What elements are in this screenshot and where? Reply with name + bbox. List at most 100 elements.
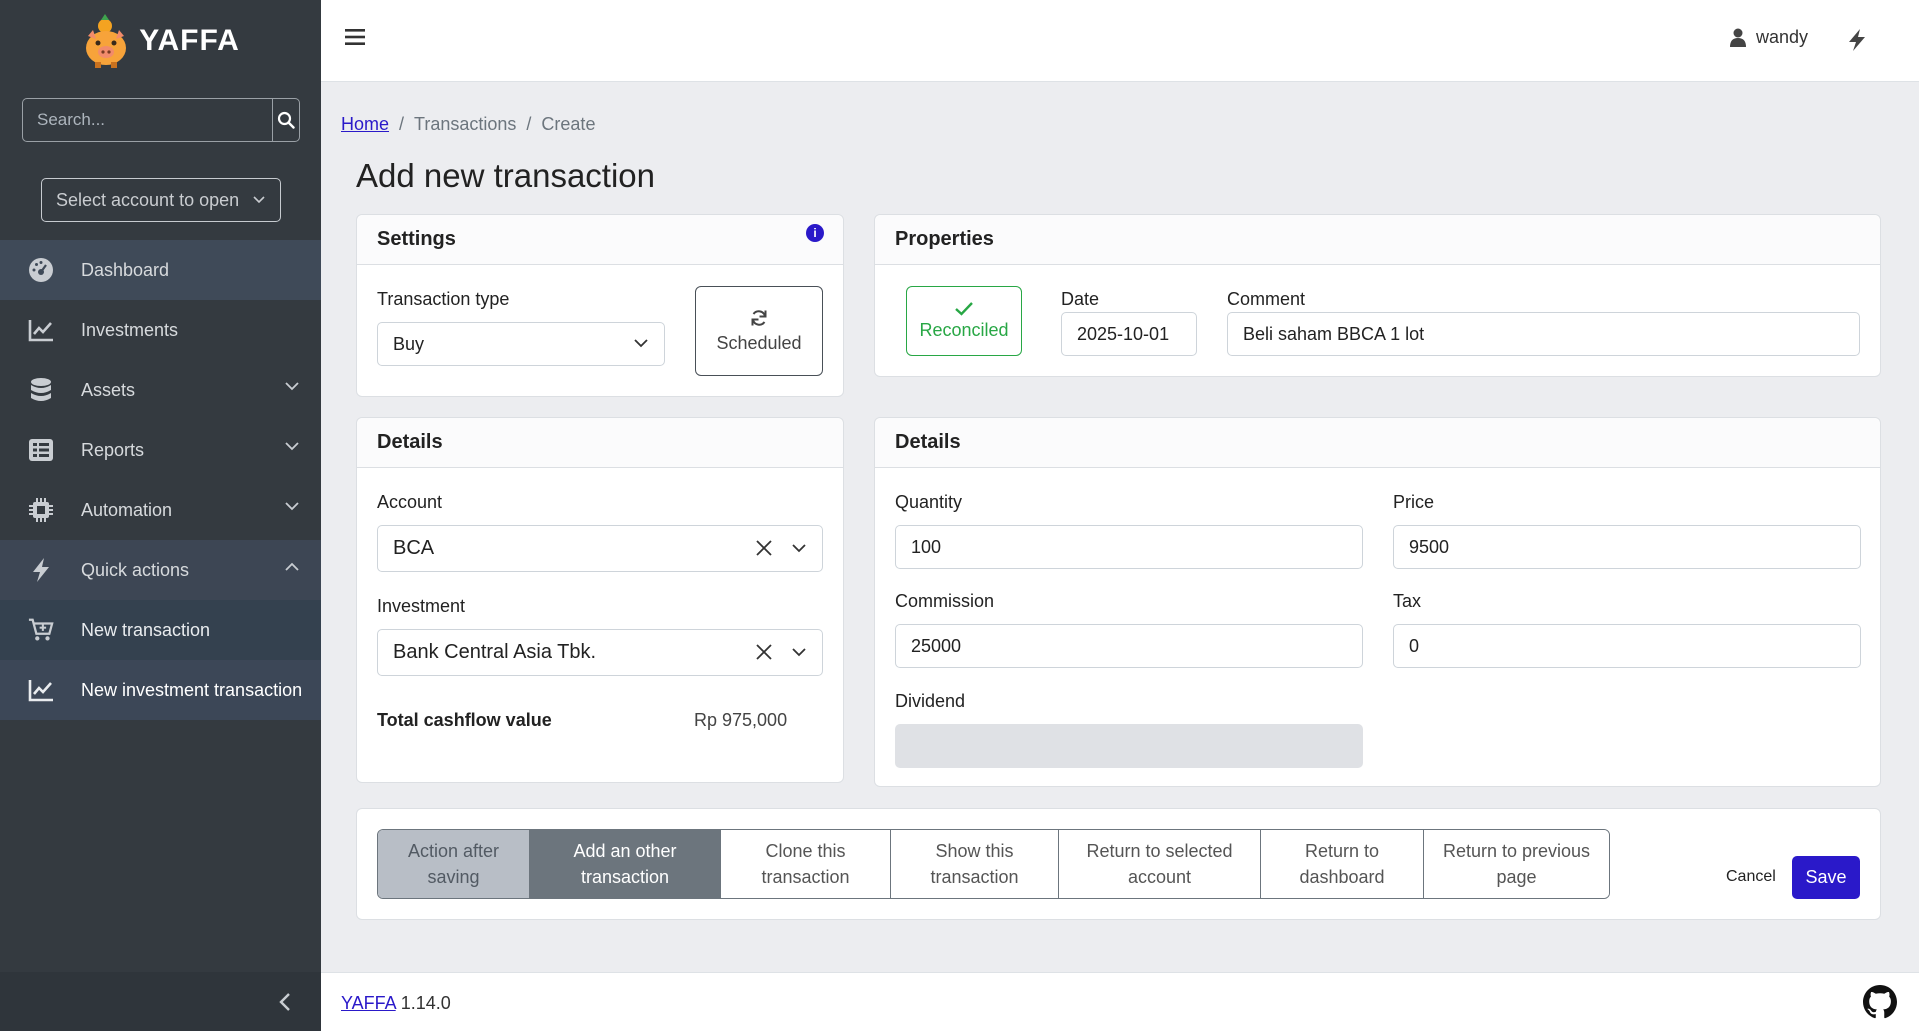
reconciled-label: Reconciled bbox=[919, 319, 1009, 340]
footer: YAFFA 1.14.0 bbox=[321, 972, 1919, 1031]
footer-version: YAFFA 1.14.0 bbox=[341, 993, 451, 1014]
save-button[interactable]: Save bbox=[1792, 856, 1860, 899]
details-right-card-title: Details bbox=[875, 418, 1880, 468]
price-input[interactable]: 9500 bbox=[1393, 525, 1861, 569]
reconciled-toggle-button[interactable]: Reconciled bbox=[906, 286, 1022, 356]
commission-label: Commission bbox=[895, 591, 995, 611]
account-label: Account bbox=[377, 492, 443, 512]
date-input[interactable]: 2025-10-01 bbox=[1061, 312, 1197, 356]
account-select[interactable]: Select account to open bbox=[41, 178, 281, 222]
chevron-down-icon bbox=[253, 196, 265, 204]
sidebar-item-new-investment-transaction[interactable]: New investment transaction bbox=[0, 660, 321, 720]
account-select-label: Select account to open bbox=[56, 189, 240, 210]
tax-value: 0 bbox=[1409, 635, 1420, 656]
sidebar-item-label: Automation bbox=[81, 499, 173, 520]
tax-input[interactable]: 0 bbox=[1393, 624, 1861, 668]
breadcrumb: Home / Transactions / Create bbox=[341, 114, 595, 135]
microchip-icon bbox=[28, 497, 54, 523]
scheduled-toggle-button[interactable]: Scheduled bbox=[695, 286, 823, 376]
investment-select[interactable]: Bank Central Asia Tbk. bbox=[377, 629, 823, 676]
option-add-another-transaction[interactable]: Add an other transaction bbox=[530, 830, 721, 898]
search-icon bbox=[277, 111, 295, 129]
after-saving-label: Action after saving bbox=[378, 830, 530, 898]
option-return-to-selected-account[interactable]: Return to selected account bbox=[1059, 830, 1261, 898]
quantity-label: Quantity bbox=[895, 492, 963, 512]
hamburger-icon bbox=[345, 29, 365, 45]
menu-toggle-button[interactable] bbox=[345, 28, 365, 51]
sidebar-item-assets[interactable]: Assets bbox=[0, 360, 321, 420]
option-return-to-previous-page[interactable]: Return to previous page bbox=[1424, 830, 1609, 898]
sidebar-item-label: New transaction bbox=[81, 619, 211, 640]
date-value: 2025-10-01 bbox=[1077, 323, 1170, 344]
chevron-down-icon bbox=[285, 442, 299, 451]
sidebar-item-label: Investments bbox=[81, 319, 179, 340]
chevron-down-icon bbox=[285, 502, 299, 511]
collapse-sidebar-chevron-left-icon[interactable] bbox=[279, 992, 291, 1011]
comment-label: Comment bbox=[1227, 289, 1306, 309]
sidebar-item-investments[interactable]: Investments bbox=[0, 300, 321, 360]
github-link[interactable] bbox=[1863, 985, 1897, 1024]
brand[interactable]: YAFFA bbox=[0, 0, 321, 82]
sidebar-item-new-transaction[interactable]: New transaction bbox=[0, 600, 321, 660]
piggy-bank-logo-icon bbox=[81, 14, 131, 68]
chevron-down-icon[interactable] bbox=[792, 648, 806, 657]
sidebar-item-automation[interactable]: Automation bbox=[0, 480, 321, 540]
sidebar-item-label: New investment transaction bbox=[81, 679, 303, 700]
breadcrumb-separator: / bbox=[399, 114, 405, 134]
comment-input[interactable]: Beli saham BBCA 1 lot bbox=[1227, 312, 1860, 356]
breadcrumb-separator: / bbox=[526, 114, 532, 134]
dashboard-icon bbox=[28, 257, 54, 283]
breadcrumb-transactions: Transactions bbox=[414, 114, 517, 134]
investment-value: Bank Central Asia Tbk. bbox=[393, 641, 597, 663]
sidebar-search bbox=[22, 98, 300, 142]
sidebar-item-label: Quick actions bbox=[81, 559, 190, 580]
chart-line-icon bbox=[28, 317, 54, 343]
investment-label: Investment bbox=[377, 596, 466, 616]
sidebar-nav: Dashboard Investments Assets Reports Aut… bbox=[0, 240, 321, 720]
tax-label: Tax bbox=[1393, 591, 1422, 611]
sidebar: YAFFA Select account to open Dashboard I… bbox=[0, 0, 321, 1031]
bolt-icon bbox=[28, 557, 54, 583]
sidebar-item-dashboard[interactable]: Dashboard bbox=[0, 240, 321, 300]
clear-x-icon[interactable] bbox=[756, 644, 772, 660]
username: wandy bbox=[1755, 27, 1808, 47]
chevron-down-icon[interactable] bbox=[792, 544, 806, 553]
dividend-input bbox=[895, 724, 1363, 768]
option-show-transaction[interactable]: Show this transaction bbox=[891, 830, 1059, 898]
version-number: 1.14.0 bbox=[400, 993, 451, 1013]
chart-line-icon bbox=[28, 677, 54, 703]
info-icon[interactable]: i bbox=[806, 224, 824, 242]
sidebar-item-label: Assets bbox=[81, 379, 136, 400]
account-select[interactable]: BCA bbox=[377, 525, 823, 572]
quick-actions-button[interactable] bbox=[1847, 28, 1867, 57]
cancel-button[interactable]: Cancel bbox=[1726, 868, 1776, 886]
chevron-down-icon bbox=[634, 339, 648, 348]
price-value: 9500 bbox=[1409, 536, 1450, 557]
after-saving-button-group: Action after saving Add an other transacti… bbox=[377, 829, 1610, 899]
brand-name: YAFFA bbox=[139, 24, 240, 57]
option-return-to-dashboard[interactable]: Return to dashboard bbox=[1261, 830, 1424, 898]
option-clone-transaction[interactable]: Clone this transaction bbox=[721, 830, 891, 898]
search-input[interactable] bbox=[22, 98, 272, 142]
github-icon bbox=[1863, 985, 1897, 1019]
sidebar-item-quick-actions[interactable]: Quick actions bbox=[0, 540, 321, 600]
price-label: Price bbox=[1393, 492, 1435, 512]
footer-yaffa-link[interactable]: YAFFA bbox=[341, 993, 396, 1013]
properties-card-title: Properties bbox=[875, 215, 1880, 265]
commission-input[interactable]: 25000 bbox=[895, 624, 1363, 668]
quantity-input[interactable]: 100 bbox=[895, 525, 1363, 569]
transaction-type-select[interactable]: Buy bbox=[377, 322, 665, 366]
page-title: Add new transaction bbox=[356, 157, 656, 194]
date-label: Date bbox=[1061, 289, 1100, 309]
clear-x-icon[interactable] bbox=[756, 540, 772, 556]
chevron-down-icon bbox=[285, 382, 299, 391]
sidebar-item-label: Dashboard bbox=[81, 259, 170, 280]
settings-card-title: Settings bbox=[357, 215, 843, 265]
account-value: BCA bbox=[393, 537, 435, 559]
sidebar-item-reports[interactable]: Reports bbox=[0, 420, 321, 480]
sidebar-item-label: Reports bbox=[81, 439, 145, 460]
bolt-icon bbox=[1849, 29, 1865, 51]
user-menu[interactable]: wandy bbox=[1729, 27, 1808, 48]
breadcrumb-home-link[interactable]: Home bbox=[341, 114, 389, 135]
search-button[interactable] bbox=[272, 98, 300, 142]
